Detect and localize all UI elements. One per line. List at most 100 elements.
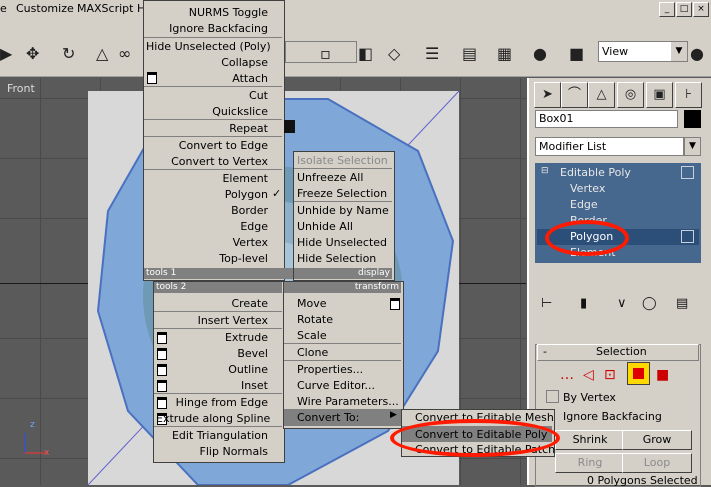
display-tab-icon[interactable]: ▣: [646, 82, 673, 108]
layers-icon[interactable]: ☰: [425, 44, 439, 63]
stack-item-vertex[interactable]: Vertex: [570, 182, 605, 195]
menu-bevel[interactable]: Bevel: [156, 347, 268, 360]
menu-hide-selection[interactable]: Hide Selection: [297, 252, 376, 265]
menu-wire-parameters[interactable]: Wire Parameters...: [297, 395, 399, 408]
select-icon[interactable]: ▶: [0, 44, 12, 63]
menu-clone[interactable]: Clone: [297, 346, 328, 359]
stack-item-edge[interactable]: Edge: [570, 198, 598, 211]
menu-flip-normals[interactable]: Flip Normals: [156, 445, 268, 458]
menu-ignore-backfacing[interactable]: Ignore Backfacing: [146, 22, 268, 35]
link-icon[interactable]: ∞: [118, 44, 131, 63]
quick-render-icon[interactable]: ●: [690, 44, 704, 63]
by-vertex-checkbox[interactable]: [546, 390, 559, 403]
menu-isolate-selection[interactable]: Isolate Selection: [297, 154, 388, 167]
menu-scale[interactable]: Scale: [297, 329, 327, 342]
rotate-icon[interactable]: ↻: [62, 44, 75, 63]
show-end-result-icon[interactable]: ▮: [580, 296, 587, 311]
menu-hide-unselected-poly[interactable]: Hide Unselected (Poly): [146, 40, 271, 53]
menu-curve-editor[interactable]: Curve Editor...: [297, 379, 375, 392]
menu-item-prev[interactable]: e: [0, 2, 7, 15]
menu-hide-unselected[interactable]: Hide Unselected: [297, 236, 387, 249]
move-icon[interactable]: ✥: [26, 44, 39, 63]
menu-polygon[interactable]: Polygon: [146, 188, 268, 201]
minimize-button[interactable]: _: [659, 2, 675, 17]
object-color-swatch[interactable]: [684, 110, 701, 128]
render-type-dropdown[interactable]: View ▼: [598, 41, 688, 62]
named-selection-icon[interactable]: ▫: [320, 44, 331, 63]
vertex-level-icon[interactable]: …: [560, 367, 574, 383]
mirror-icon[interactable]: ◧: [358, 44, 373, 63]
polygon-level-icon[interactable]: [627, 362, 650, 385]
object-name-field[interactable]: Box01: [535, 110, 678, 128]
menu-insert-vertex[interactable]: Insert Vertex: [156, 314, 268, 327]
menu-top-level[interactable]: Top-level: [146, 252, 268, 265]
modifier-list-dropdown[interactable]: Modifier List: [535, 137, 684, 156]
stack-item-editable-poly[interactable]: Editable Poly: [560, 166, 631, 179]
menu-create[interactable]: Create: [156, 297, 268, 310]
loop-button[interactable]: Loop: [622, 453, 692, 473]
shrink-button[interactable]: Shrink: [555, 430, 625, 450]
menu-unhide-all[interactable]: Unhide All: [297, 220, 353, 233]
configure-modifier-sets-icon[interactable]: ▤: [676, 296, 688, 311]
schematic-icon[interactable]: ▦: [497, 44, 512, 63]
menu-quickslice[interactable]: Quickslice: [146, 105, 268, 118]
checkmark-icon: ✓: [272, 187, 282, 200]
menu-rotate[interactable]: Rotate: [297, 313, 333, 326]
utilities-tab-icon[interactable]: ⊦: [675, 82, 702, 108]
motion-tab-icon[interactable]: ◎: [617, 82, 644, 108]
menu-collapse[interactable]: Collapse: [146, 56, 268, 69]
make-unique-icon[interactable]: ∨: [617, 296, 627, 311]
create-tab-icon[interactable]: ➤: [534, 82, 561, 108]
modify-tab-icon[interactable]: ⌒: [561, 82, 588, 108]
menu-convert-to-edge[interactable]: Convert to Edge: [146, 139, 268, 152]
menu-nurms-toggle[interactable]: NURMS Toggle: [146, 6, 268, 19]
render-scene-icon[interactable]: ■: [569, 44, 584, 63]
move-settings-icon[interactable]: [390, 298, 400, 310]
menu-unfreeze-all[interactable]: Unfreeze All: [297, 171, 363, 184]
chevron-down-icon: ▼: [671, 42, 687, 61]
close-button[interactable]: ×: [693, 2, 709, 17]
edge-level-icon[interactable]: ◁: [583, 367, 594, 383]
menu-attach[interactable]: Attach: [146, 72, 268, 85]
hierarchy-tab-icon[interactable]: △: [588, 82, 615, 108]
element-level-icon[interactable]: ■: [656, 367, 669, 383]
remove-modifier-icon[interactable]: ◯: [642, 296, 657, 311]
menu-move[interactable]: Move: [297, 297, 327, 310]
menu-edit-triangulation[interactable]: Edit Triangulation: [156, 429, 268, 442]
menu-customize[interactable]: Customize: [16, 2, 74, 15]
stack-polygon-toggle[interactable]: [681, 230, 694, 243]
menu-properties[interactable]: Properties...: [297, 363, 363, 376]
track-view-icon[interactable]: ▤: [462, 44, 477, 63]
menu-freeze-selection[interactable]: Freeze Selection: [297, 187, 387, 200]
menu-outline[interactable]: Outline: [156, 363, 268, 376]
menu-unhide-by-name[interactable]: Unhide by Name: [297, 204, 389, 217]
stack-root-toggle[interactable]: [681, 166, 694, 179]
menu-repeat[interactable]: Repeat: [146, 122, 268, 135]
menu-vertex[interactable]: Vertex: [146, 236, 268, 249]
menu-hinge-from-edge[interactable]: Hinge from Edge: [156, 396, 268, 409]
pin-stack-icon[interactable]: ⊢: [541, 296, 552, 311]
menu-edge[interactable]: Edge: [146, 220, 268, 233]
menu-inset[interactable]: Inset: [156, 379, 268, 392]
quad-header-tools2: tools 2: [154, 282, 282, 293]
menu-extrude-along-spline[interactable]: Extrude along Spline: [156, 412, 270, 425]
menu-element[interactable]: Element: [146, 172, 268, 185]
grow-button[interactable]: Grow: [622, 430, 692, 450]
viewport-label[interactable]: Front: [7, 82, 35, 95]
material-editor-icon[interactable]: ●: [533, 44, 547, 63]
border-level-icon[interactable]: ⊡: [604, 367, 616, 383]
menu-cut[interactable]: Cut: [146, 89, 268, 102]
scale-icon[interactable]: △: [96, 44, 108, 63]
annotation-circle-polygon: [545, 220, 629, 256]
menu-border[interactable]: Border: [146, 204, 268, 217]
menu-convert-to[interactable]: Convert To:: [297, 411, 359, 424]
menu-maxscript[interactable]: MAXScript: [77, 2, 133, 15]
ring-button[interactable]: Ring: [555, 453, 625, 473]
chevron-down-icon[interactable]: ▼: [684, 137, 701, 156]
menu-convert-to-vertex[interactable]: Convert to Vertex: [146, 155, 268, 168]
collapse-icon[interactable]: ⊟: [541, 166, 549, 176]
restore-button[interactable]: □: [676, 2, 692, 17]
menu-extrude[interactable]: Extrude: [156, 331, 268, 344]
selection-rollout-header[interactable]: - Selection: [537, 344, 699, 361]
align-icon[interactable]: ◇: [388, 44, 400, 63]
